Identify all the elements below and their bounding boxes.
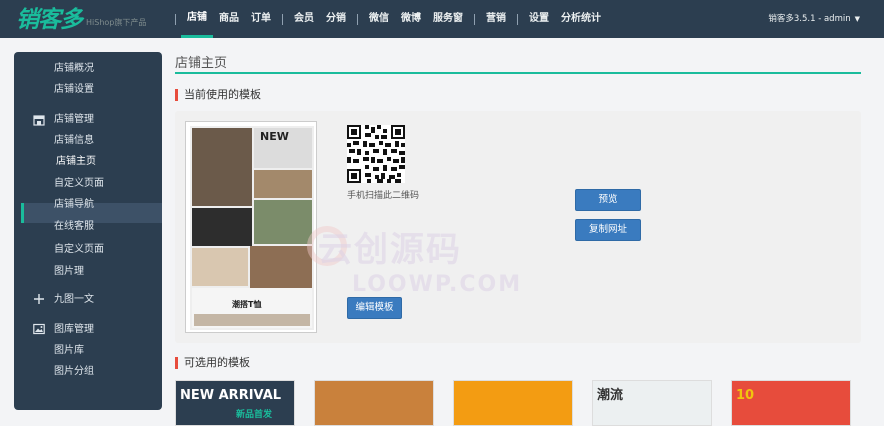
copy-url-button[interactable]: 复制网址 bbox=[575, 219, 641, 241]
preview-button[interactable]: 预览 bbox=[575, 189, 641, 211]
template-thumbnail[interactable]: 10 bbox=[731, 380, 851, 426]
template-thumbnail[interactable]: NEW ARRIVAL 新品首发 bbox=[175, 380, 295, 426]
template-tshirt-text: 潮搭T恤 bbox=[232, 299, 261, 309]
template-thumbnail[interactable] bbox=[453, 380, 573, 426]
nav-store[interactable]: 店铺 bbox=[181, 0, 213, 38]
sidebar-group-gallery[interactable]: 图库管理 bbox=[54, 322, 94, 338]
nav-distribution[interactable]: 分销 bbox=[320, 0, 352, 38]
image-icon bbox=[33, 323, 45, 335]
nav-separator bbox=[175, 13, 176, 25]
sidebar-item-image-library[interactable]: 图片库 bbox=[54, 343, 84, 359]
available-templates-list: NEW ARRIVAL 新品首发 潮流 10 bbox=[175, 380, 875, 426]
nav-analytics[interactable]: 分析统计 bbox=[555, 0, 607, 38]
section-title-available: 可选用的模板 bbox=[175, 357, 250, 369]
watermark-url: LOOWP.COM bbox=[352, 272, 523, 297]
user-name: 销客多3.5.1 - admin bbox=[768, 14, 851, 24]
qr-code-label: 手机扫描此二维码 bbox=[347, 191, 420, 201]
template-thumbnail-subcaption: 新品首发 bbox=[236, 410, 273, 420]
section-title-current: 当前使用的模板 bbox=[175, 89, 261, 101]
sidebar-item-online-customer[interactable]: 在线客服 bbox=[54, 219, 94, 235]
sidebar-group-store-manage[interactable]: 店铺管理 bbox=[54, 112, 94, 128]
caret-down-icon: ▼ bbox=[854, 15, 860, 23]
qr-code-icon bbox=[347, 125, 405, 183]
template-thumbnail-caption: 潮流 bbox=[597, 388, 624, 403]
watermark-text: 云创源码 bbox=[318, 230, 462, 270]
edit-template-button[interactable]: 编辑模板 bbox=[347, 297, 402, 319]
nav-settings[interactable]: 设置 bbox=[523, 0, 555, 38]
sidebar-item-image-group[interactable]: 图片分组 bbox=[54, 364, 94, 380]
nav-separator bbox=[357, 13, 358, 25]
title-divider bbox=[175, 72, 861, 74]
nav-wechat[interactable]: 微信 bbox=[363, 0, 395, 38]
nav-products[interactable]: 商品 bbox=[213, 0, 245, 38]
sidebar-item-store-info[interactable]: 店铺信息 bbox=[54, 133, 94, 149]
template-thumbnail[interactable] bbox=[314, 380, 434, 426]
plus-icon bbox=[34, 294, 44, 304]
top-navbar: 销客多 HiShop旗下产品 店铺 商品 订单 会员 分销 微信 微博 服务窗 … bbox=[0, 0, 884, 38]
user-menu[interactable]: 销客多3.5.1 - admin ▼ bbox=[768, 0, 860, 38]
template-thumbnail[interactable]: 潮流 bbox=[592, 380, 712, 426]
template-new-text: NEW bbox=[260, 130, 289, 143]
logo-text: 销客多 bbox=[16, 6, 83, 33]
sidebar-item-overview[interactable]: 店铺概况 bbox=[54, 61, 94, 77]
sidebar-group-jiutu[interactable]: 九图一文 bbox=[54, 292, 94, 308]
nav-separator bbox=[282, 13, 283, 25]
logo[interactable]: 销客多 HiShop旗下产品 bbox=[16, 4, 146, 34]
page-title: 店铺主页 bbox=[175, 56, 228, 71]
main-nav: 店铺 商品 订单 会员 分销 微信 微博 服务窗 营销 设置 分析统计 bbox=[170, 0, 607, 38]
current-template-preview[interactable]: NEW 潮搭T恤 bbox=[185, 121, 317, 333]
nav-separator bbox=[474, 13, 475, 25]
sidebar-item-image-manage[interactable]: 图片理 bbox=[54, 264, 84, 280]
nav-marketing[interactable]: 营销 bbox=[480, 0, 512, 38]
sidebar: 店铺概况 店铺设置 店铺管理 店铺信息 店铺主页 自定义页面 店铺导航 在线客服… bbox=[14, 52, 162, 410]
store-icon bbox=[33, 115, 45, 126]
nav-members[interactable]: 会员 bbox=[288, 0, 320, 38]
template-thumbnail-image: NEW 潮搭T恤 bbox=[190, 126, 314, 330]
template-thumbnail-caption: NEW ARRIVAL bbox=[180, 388, 282, 403]
sidebar-item-navigation[interactable]: 店铺导航 bbox=[54, 197, 94, 213]
nav-weibo[interactable]: 微博 bbox=[395, 0, 427, 38]
logo-subtitle: HiShop旗下产品 bbox=[86, 18, 147, 27]
nav-separator bbox=[517, 13, 518, 25]
sidebar-item-settings[interactable]: 店铺设置 bbox=[54, 82, 94, 98]
sidebar-item-custom-page[interactable]: 自定义页面 bbox=[54, 176, 104, 192]
nav-service-window[interactable]: 服务窗 bbox=[427, 0, 469, 38]
template-thumbnail-caption: 10 bbox=[736, 388, 755, 403]
sidebar-item-store-home[interactable]: 店铺主页 bbox=[56, 154, 96, 170]
nav-orders[interactable]: 订单 bbox=[245, 0, 277, 38]
sidebar-item-custom-page-2[interactable]: 自定义页面 bbox=[54, 242, 104, 258]
